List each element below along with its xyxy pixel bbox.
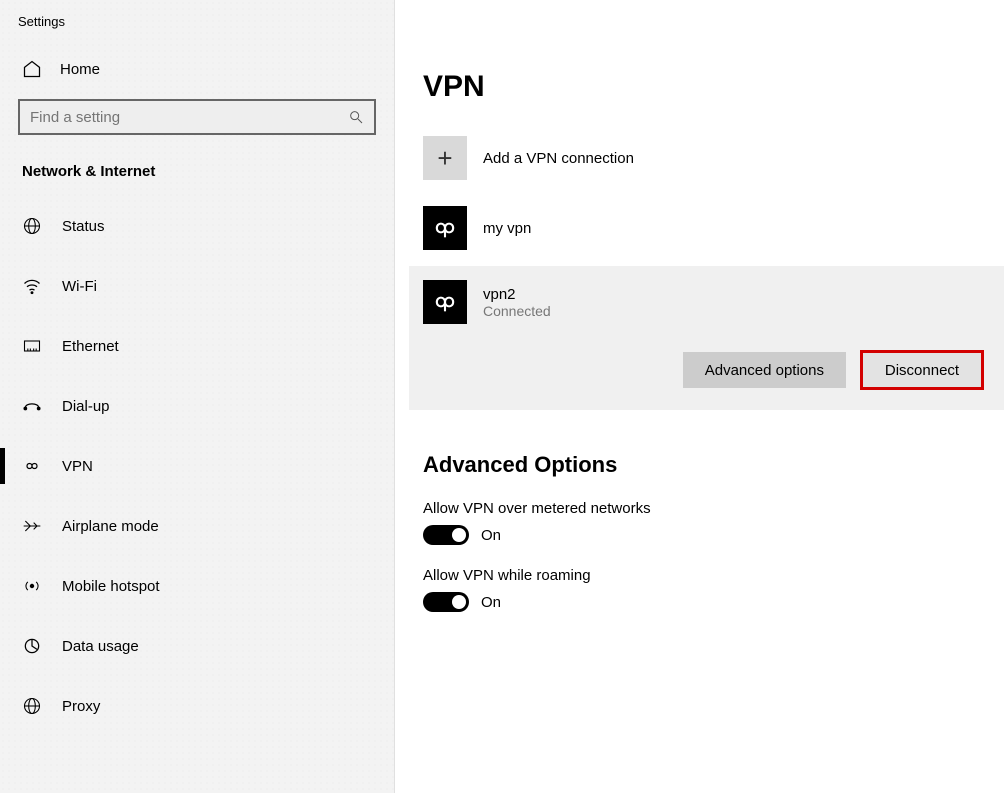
add-vpn-connection[interactable]: + Add a VPN connection xyxy=(409,130,1004,186)
sidebar-item-label: Dial-up xyxy=(62,398,110,415)
sidebar: Settings Home Network & Internet Status … xyxy=(0,0,395,793)
vpn-tile-icon xyxy=(423,280,467,324)
sidebar-item-label: Proxy xyxy=(62,698,100,715)
option-label: Allow VPN over metered networks xyxy=(409,488,1004,525)
home-icon xyxy=(22,59,42,79)
category-heading: Network & Internet xyxy=(0,155,394,196)
sidebar-item-datausage[interactable]: Data usage xyxy=(0,616,394,676)
advanced-options-button[interactable]: Advanced options xyxy=(683,352,846,388)
sidebar-item-label: Ethernet xyxy=(62,338,119,355)
search-input[interactable] xyxy=(30,109,348,126)
vpn-connection-item[interactable]: vpn2 Connected xyxy=(423,280,990,352)
search-icon xyxy=(348,109,364,125)
proxy-icon xyxy=(22,696,42,716)
dialup-icon xyxy=(22,396,42,416)
datausage-icon xyxy=(22,636,42,656)
sidebar-item-label: Mobile hotspot xyxy=(62,578,160,595)
vpn-connection-name: vpn2 xyxy=(483,286,551,303)
ethernet-icon xyxy=(22,336,42,356)
disconnect-button[interactable]: Disconnect xyxy=(862,352,982,388)
vpn-connection-name: my vpn xyxy=(483,220,531,237)
toggle-state: On xyxy=(481,594,501,611)
page-title: VPN xyxy=(409,0,1004,130)
vpn-connection-status: Connected xyxy=(483,303,551,319)
sidebar-item-ethernet[interactable]: Ethernet xyxy=(0,316,394,376)
sidebar-item-label: VPN xyxy=(62,458,93,475)
sidebar-item-wifi[interactable]: Wi-Fi xyxy=(0,256,394,316)
sidebar-item-airplane[interactable]: Airplane mode xyxy=(0,496,394,556)
sidebar-item-proxy[interactable]: Proxy xyxy=(0,676,394,736)
app-title: Settings xyxy=(0,10,394,49)
airplane-icon xyxy=(22,516,42,536)
sidebar-item-vpn[interactable]: VPN xyxy=(0,436,394,496)
sidebar-item-label: Airplane mode xyxy=(62,518,159,535)
sidebar-item-status[interactable]: Status xyxy=(0,196,394,256)
vpn-connection-selected-card: vpn2 Connected Advanced options Disconne… xyxy=(409,266,1004,410)
wifi-icon xyxy=(22,276,42,296)
home-label: Home xyxy=(60,61,100,78)
toggle-state: On xyxy=(481,527,501,544)
sidebar-item-label: Data usage xyxy=(62,638,139,655)
search-wrap xyxy=(18,99,376,135)
home-link[interactable]: Home xyxy=(0,49,394,99)
vpn-tile-icon xyxy=(423,206,467,250)
hotspot-icon xyxy=(22,576,42,596)
plus-icon: + xyxy=(423,136,467,180)
globe-icon xyxy=(22,216,42,236)
sidebar-item-dialup[interactable]: Dial-up xyxy=(0,376,394,436)
vpn-icon xyxy=(22,456,42,476)
main-panel: VPN + Add a VPN connection my vpn vpn2 C… xyxy=(395,0,1004,793)
metered-toggle[interactable] xyxy=(423,525,469,545)
option-label: Allow VPN while roaming xyxy=(409,555,1004,592)
sidebar-item-hotspot[interactable]: Mobile hotspot xyxy=(0,556,394,616)
add-vpn-label: Add a VPN connection xyxy=(483,150,634,167)
vpn-connection-item[interactable]: my vpn xyxy=(409,198,1004,258)
sidebar-item-label: Wi-Fi xyxy=(62,278,97,295)
advanced-options-heading: Advanced Options xyxy=(409,434,1004,488)
search-box[interactable] xyxy=(18,99,376,135)
sidebar-item-label: Status xyxy=(62,218,105,235)
roaming-toggle[interactable] xyxy=(423,592,469,612)
